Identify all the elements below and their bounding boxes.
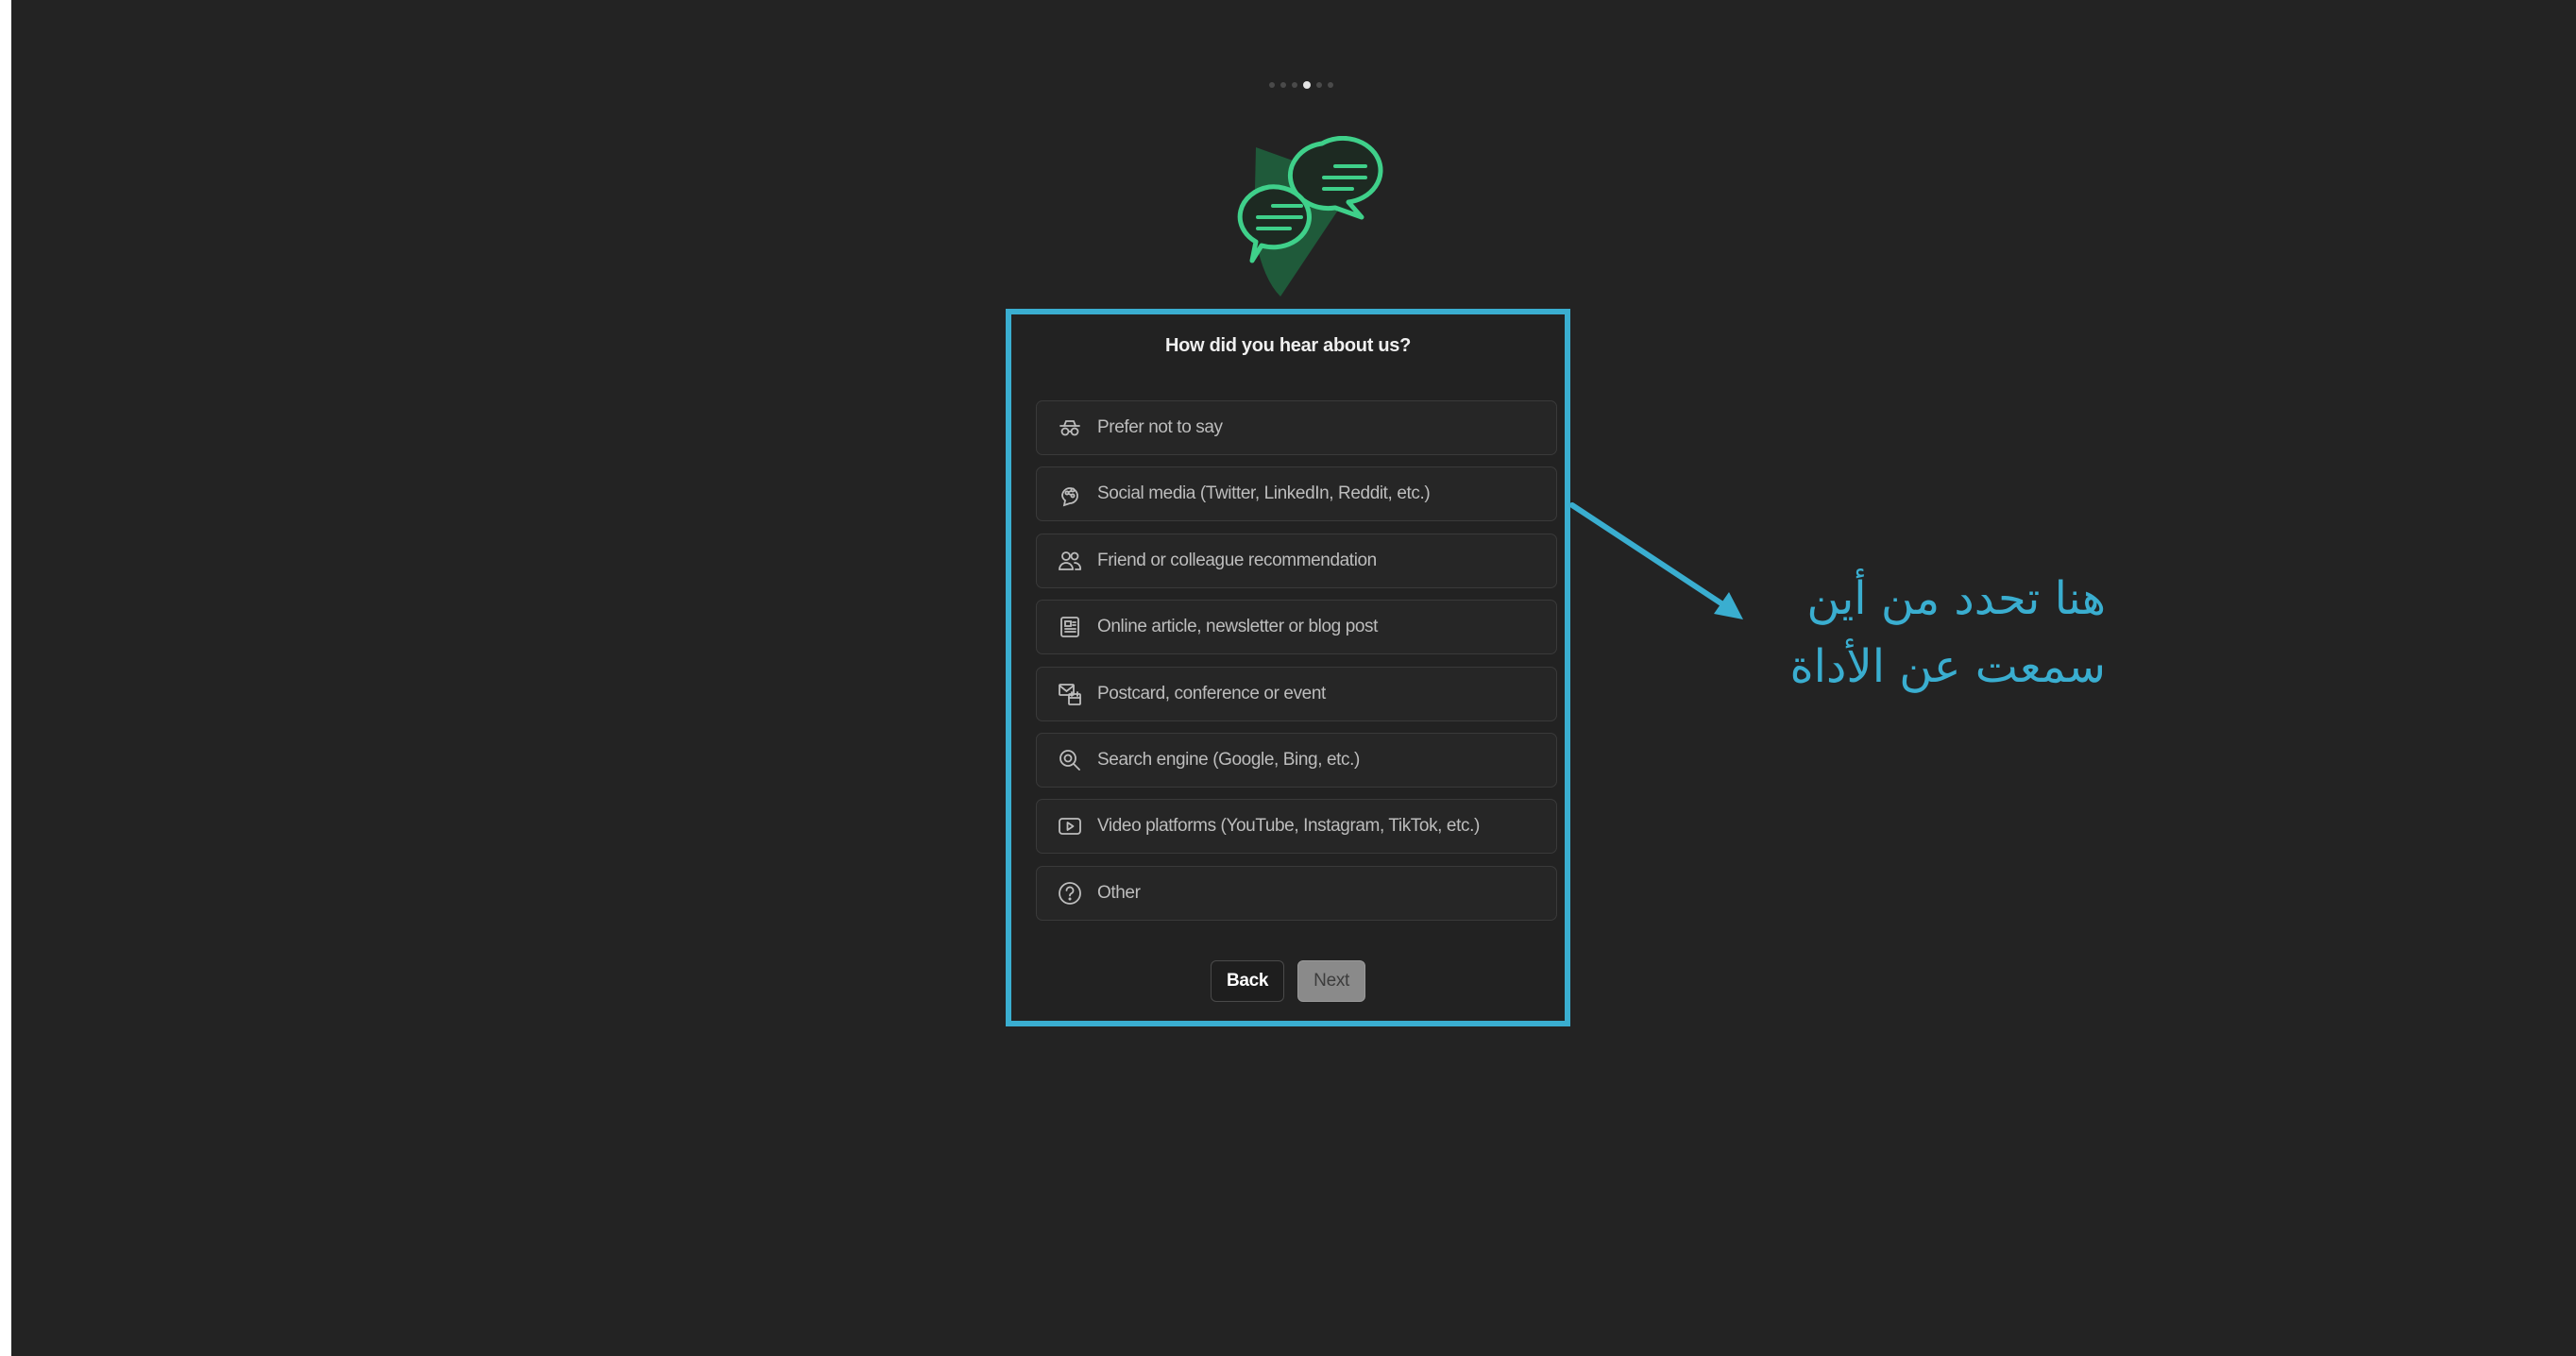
progress-dot-current: [1303, 81, 1311, 89]
option-social-media[interactable]: Social media (Twitter, LinkedIn, Reddit,…: [1036, 466, 1557, 522]
next-button[interactable]: Next: [1297, 960, 1366, 1002]
question-circle-icon: [1056, 879, 1084, 907]
survey-question: How did you hear about us?: [1165, 335, 1411, 356]
video-play-icon: [1056, 812, 1084, 840]
option-search-engine[interactable]: Search engine (Google, Bing, etc.): [1036, 732, 1557, 788]
chat-bubbles-icon: [1224, 135, 1394, 306]
back-button[interactable]: Back: [1210, 960, 1285, 1002]
option-label: Social media (Twitter, LinkedIn, Reddit,…: [1097, 483, 1431, 504]
survey-options: Prefer not to say Social media (Twitter,…: [1036, 400, 1557, 932]
incognito-icon: [1056, 414, 1084, 442]
newspaper-icon: [1056, 613, 1084, 641]
progress-dot: [1316, 82, 1322, 88]
survey-panel: How did you hear about us? Prefer not to…: [1006, 309, 1570, 1026]
progress-dot: [1280, 82, 1286, 88]
social-share-icon: [1056, 480, 1084, 508]
postcard-calendar-icon: [1056, 680, 1084, 708]
progress-dot: [1328, 82, 1333, 88]
option-other[interactable]: Other: [1036, 865, 1557, 921]
progress-dot: [1269, 82, 1275, 88]
option-label: Other: [1097, 882, 1141, 903]
option-label: Postcard, conference or event: [1097, 683, 1326, 703]
option-label: Video platforms (YouTube, Instagram, Tik…: [1097, 816, 1480, 837]
progress-dot: [1292, 82, 1297, 88]
option-postcard-event[interactable]: Postcard, conference or event: [1036, 666, 1557, 721]
navigation-buttons: Back Next: [1011, 960, 1565, 1002]
progress-dots: [1269, 81, 1333, 89]
option-video-platforms[interactable]: Video platforms (YouTube, Instagram, Tik…: [1036, 799, 1557, 855]
search-icon: [1056, 746, 1084, 774]
users-icon: [1056, 547, 1084, 575]
annotation-text: هنا تحدد من أين سمعت عن الأداة: [1766, 565, 2106, 701]
option-prefer-not-to-say[interactable]: Prefer not to say: [1036, 400, 1557, 455]
option-label: Search engine (Google, Bing, etc.): [1097, 749, 1360, 770]
option-label: Prefer not to say: [1097, 417, 1223, 437]
annotation-line-2: سمعت عن الأداة: [1789, 640, 2106, 693]
option-friend-recommendation[interactable]: Friend or colleague recommendation: [1036, 533, 1557, 588]
annotation-line-1: هنا تحدد من أين: [1806, 572, 2106, 625]
option-online-article[interactable]: Online article, newsletter or blog post: [1036, 600, 1557, 655]
option-label: Friend or colleague recommendation: [1097, 550, 1377, 570]
option-label: Online article, newsletter or blog post: [1097, 617, 1379, 637]
